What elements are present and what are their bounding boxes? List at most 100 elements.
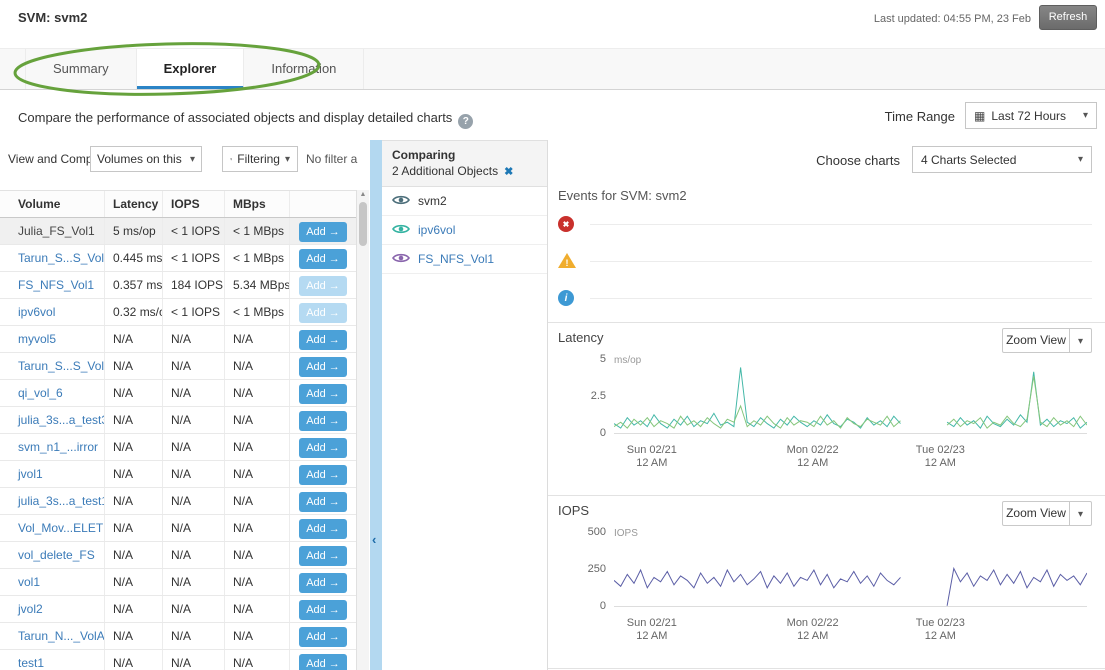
add-button[interactable]: Add→ — [299, 357, 347, 377]
volume-link[interactable]: qi_vol_6 — [18, 386, 63, 400]
eye-icon — [392, 223, 410, 238]
volume-link[interactable]: Julia_FS_Vol1 — [18, 224, 95, 238]
add-cell: Add→ — [290, 596, 356, 622]
volume-link[interactable]: Tarun_S...S_Vol1 — [18, 251, 105, 265]
zoom-view-caret[interactable]: ▾ — [1070, 501, 1092, 526]
comparing-item-label[interactable]: svm2 — [418, 194, 447, 208]
add-button[interactable]: Add→ — [299, 249, 347, 269]
x-axis-tick: Sun 02/2112 AM — [607, 617, 697, 643]
table-header-row: Volume Latency IOPS MBps — [0, 190, 356, 218]
time-range-dropdown[interactable]: ▦ Last 72 Hours ▾ — [965, 102, 1097, 129]
volume-link[interactable]: vol_delete_FS — [18, 548, 95, 562]
add-cell: Add→ — [290, 434, 356, 460]
comparing-item[interactable]: ipv6vol — [382, 216, 547, 245]
y-axis-tick: 250 — [558, 563, 606, 575]
add-button[interactable]: Add→ — [299, 465, 347, 485]
tab-information[interactable]: Information — [244, 49, 364, 89]
iops-cell: < 1 IOPS — [163, 245, 225, 271]
volume-link[interactable]: jvol1 — [18, 467, 43, 481]
mbps-cell: N/A — [225, 488, 290, 514]
volume-link[interactable]: Tarun_N..._VolA — [18, 629, 105, 643]
iops-cell: N/A — [163, 407, 225, 433]
help-icon[interactable]: ? — [458, 114, 473, 129]
mbps-cell: N/A — [225, 650, 290, 670]
zoom-view-caret[interactable]: ▾ — [1070, 328, 1092, 353]
x-axis-tick: Mon 02/2212 AM — [768, 617, 858, 643]
volume-link[interactable]: svm_n1_...irror — [18, 440, 98, 454]
add-button[interactable]: Add→ — [299, 384, 347, 404]
volume-link[interactable]: Vol_Mov...ELETE — [18, 521, 105, 535]
add-button[interactable]: Add→ — [299, 627, 347, 647]
column-header-iops[interactable]: IOPS — [163, 191, 225, 217]
volume-link[interactable]: ipv6vol — [18, 305, 55, 319]
iops-cell: N/A — [163, 326, 225, 352]
comparing-panel: Comparing 2 Additional Objects✖ svm2ipv6… — [382, 140, 548, 670]
zoom-view-button[interactable]: Zoom View — [1002, 328, 1070, 353]
x-tick-date: Tue 02/23 — [895, 617, 985, 630]
add-button[interactable]: Add→ — [299, 411, 347, 431]
table-row: FS_NFS_Vol10.357 ms/o184 IOPS5.34 MBpsAd… — [0, 272, 356, 299]
comparing-subtitle: 2 Additional Objects✖ — [392, 164, 537, 178]
filter-status-text: No filter a — [306, 152, 364, 166]
filtering-button[interactable]: Filtering ▾ — [222, 146, 298, 172]
zoom-view-button[interactable]: Zoom View — [1002, 501, 1070, 526]
panel-collapse-handle[interactable]: ‹ — [370, 140, 382, 670]
scrollbar-thumb[interactable] — [359, 202, 367, 246]
tab-summary[interactable]: Summary — [25, 49, 137, 89]
column-header-mbps[interactable]: MBps — [225, 191, 290, 217]
volume-link[interactable]: jvol2 — [18, 602, 43, 616]
add-button[interactable]: Add→ — [299, 600, 347, 620]
add-button[interactable]: Add→ — [299, 438, 347, 458]
add-button[interactable]: Add→ — [299, 573, 347, 593]
tab-explorer[interactable]: Explorer — [137, 49, 245, 89]
add-cell: Add→ — [290, 326, 356, 352]
x-tick-time: 12 AM — [607, 630, 697, 643]
choose-charts-dropdown[interactable]: 4 Charts Selected ▾ — [912, 146, 1092, 173]
column-header-volume[interactable]: Volume — [0, 191, 105, 217]
column-header-latency[interactable]: Latency — [105, 191, 163, 217]
volume-cell: jvol1 — [0, 461, 105, 487]
volume-link[interactable]: vol1 — [18, 575, 40, 589]
latency-cell: N/A — [105, 596, 163, 622]
scroll-up-icon[interactable]: ▲ — [357, 191, 369, 198]
volume-link[interactable]: julia_3s...a_test3 — [18, 413, 105, 427]
add-button[interactable]: Add→ — [299, 546, 347, 566]
table-row: jvol1N/AN/AN/AAdd→ — [0, 461, 356, 488]
table-scrollbar[interactable]: ▲ — [356, 190, 369, 670]
clear-comparing-icon[interactable]: ✖ — [504, 166, 513, 178]
iops-cell: N/A — [163, 569, 225, 595]
comparing-item[interactable]: svm2 — [382, 187, 547, 216]
column-header-add — [290, 191, 356, 217]
table-row: Tarun_S...S_Vol2N/AN/AN/AAdd→ — [0, 353, 356, 380]
volume-link[interactable]: myvol5 — [18, 332, 56, 346]
refresh-button[interactable]: Refresh — [1039, 5, 1097, 30]
table-row: Vol_Mov...ELETEN/AN/AN/AAdd→ — [0, 515, 356, 542]
volume-link[interactable]: julia_3s...a_test1 — [18, 494, 105, 508]
add-button[interactable]: Add→ — [299, 492, 347, 512]
add-arrow-icon: → — [329, 489, 340, 514]
add-button[interactable]: Add→ — [299, 222, 347, 242]
add-button[interactable]: Add→ — [299, 330, 347, 350]
eye-icon — [392, 194, 410, 209]
time-range-value: Last 72 Hours — [991, 109, 1077, 123]
view-selector-value: Volumes on this — [97, 152, 190, 166]
add-button[interactable]: Add→ — [299, 654, 347, 670]
volume-cell: Vol_Mov...ELETE — [0, 515, 105, 541]
chevron-down-icon: ▾ — [1078, 509, 1083, 520]
x-tick-time: 12 AM — [607, 457, 697, 470]
volume-link[interactable]: FS_NFS_Vol1 — [18, 278, 94, 292]
comparing-item-label[interactable]: ipv6vol — [418, 223, 455, 237]
volume-link[interactable]: test1 — [18, 656, 44, 670]
view-selector-dropdown[interactable]: Volumes on this ▾ — [90, 146, 202, 172]
x-tick-date: Sun 02/21 — [607, 617, 697, 630]
x-axis-ticks: Sun 02/2112 AMMon 02/2212 AMTue 02/2312 … — [548, 444, 1105, 474]
comparing-item-label[interactable]: FS_NFS_Vol1 — [418, 252, 494, 266]
iops-cell: N/A — [163, 596, 225, 622]
add-button[interactable]: Add→ — [299, 519, 347, 539]
comparing-item[interactable]: FS_NFS_Vol1 — [382, 245, 547, 274]
add-cell: Add→ — [290, 353, 356, 379]
view-and-compare-label: View and Comp — [8, 152, 90, 166]
volume-link[interactable]: Tarun_S...S_Vol2 — [18, 359, 105, 373]
add-arrow-icon: → — [329, 219, 340, 244]
y-axis-tick: 0 — [558, 427, 606, 439]
